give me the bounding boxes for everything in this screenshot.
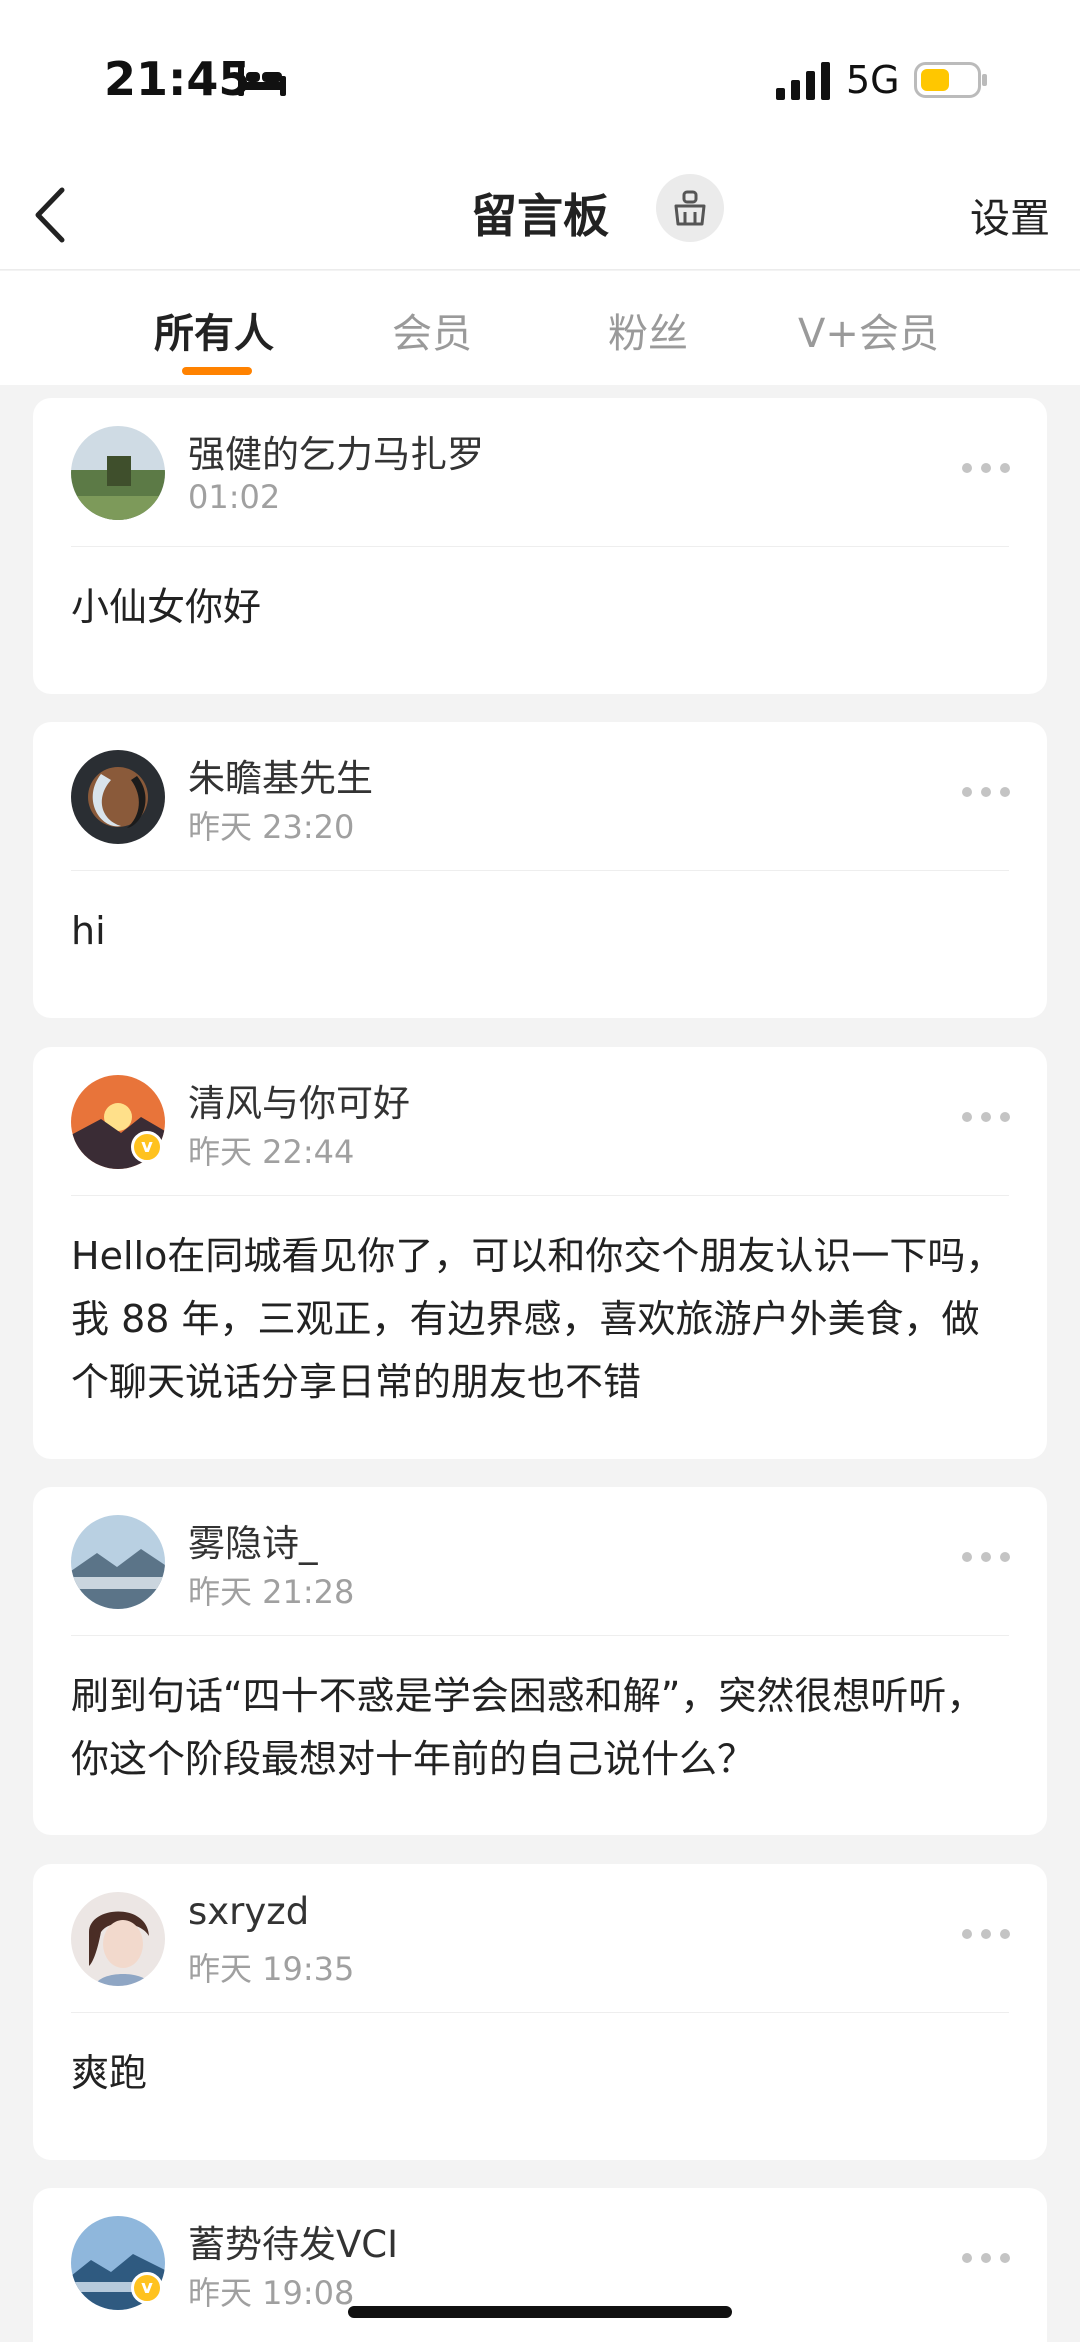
- divider: [71, 546, 1009, 547]
- more-options-icon[interactable]: [961, 462, 1011, 474]
- tab-fans[interactable]: 粉丝: [608, 301, 688, 359]
- signal-strength-icon: [776, 62, 830, 100]
- message-card[interactable]: 雾隐诗_ 昨天 21:28 刷到句话“四十不惑是学会困惑和解”，突然很想听听，你…: [33, 1487, 1047, 1835]
- tab-everyone[interactable]: 所有人: [154, 301, 274, 359]
- more-options-icon[interactable]: [961, 1551, 1011, 1563]
- divider: [71, 2012, 1009, 2013]
- user-name[interactable]: 强健的乞力马扎罗: [188, 424, 484, 478]
- avatar[interactable]: [71, 1892, 165, 1986]
- page-title: 留言板: [471, 189, 609, 243]
- user-name[interactable]: sxryzd: [188, 1890, 309, 1933]
- message-text: 爽跑: [71, 2051, 148, 2095]
- message-time: 昨天 21:28: [188, 1573, 355, 1611]
- message-card[interactable]: 强健的乞力马扎罗 01:02 小仙女你好: [33, 398, 1047, 694]
- divider: [71, 1195, 1009, 1196]
- active-tab-indicator: [182, 367, 252, 375]
- message-card[interactable]: 朱瞻基先生 昨天 23:20 hi: [33, 722, 1047, 1018]
- more-options-icon[interactable]: [961, 2252, 1011, 2264]
- brush-icon: [674, 190, 706, 226]
- message-time: 昨天 23:20: [188, 808, 355, 846]
- more-options-icon[interactable]: [961, 1111, 1011, 1123]
- user-name[interactable]: 清风与你可好: [188, 1073, 410, 1127]
- message-time: 昨天 19:08: [188, 2274, 355, 2312]
- verified-badge-icon: v: [131, 2272, 163, 2304]
- nav-bar: 留言板 设置: [0, 160, 1080, 270]
- tab-members[interactable]: 会员: [392, 301, 472, 359]
- more-options-icon[interactable]: [961, 786, 1011, 798]
- filter-tabs: 所有人 会员 粉丝 V+会员: [0, 271, 1080, 385]
- message-card[interactable]: sxryzd 昨天 19:35 爽跑: [33, 1864, 1047, 2160]
- divider: [71, 1635, 1009, 1636]
- verified-badge-icon: v: [131, 1131, 163, 1163]
- user-name[interactable]: 雾隐诗_: [188, 1513, 318, 1567]
- message-time: 昨天 22:44: [188, 1133, 355, 1171]
- clean-brush-button[interactable]: [656, 174, 724, 242]
- tab-vplus-members[interactable]: V+会员: [798, 301, 939, 359]
- user-name[interactable]: 蓄势待发VCI: [188, 2214, 398, 2268]
- message-text: hi: [71, 909, 106, 953]
- user-name[interactable]: 朱瞻基先生: [188, 748, 373, 802]
- battery-icon: [914, 62, 987, 98]
- more-options-icon[interactable]: [961, 1928, 1011, 1940]
- avatar[interactable]: [71, 1515, 165, 1609]
- avatar[interactable]: [71, 426, 165, 520]
- message-text: 刷到句话“四十不惑是学会困惑和解”，突然很想听听，你这个阶段最想对十年前的自己说…: [71, 1674, 985, 1781]
- avatar[interactable]: [71, 750, 165, 844]
- divider: [71, 870, 1009, 871]
- home-indicator[interactable]: [348, 2306, 732, 2318]
- message-time: 昨天 19:35: [188, 1950, 355, 1988]
- message-card[interactable]: v 清风与你可好 昨天 22:44 Hello在同城看见你了，可以和你交个朋友认…: [33, 1047, 1047, 1459]
- message-text: Hello在同城看见你了，可以和你交个朋友认识一下吗，我 88 年，三观正，有边…: [71, 1234, 1004, 1404]
- status-bar: 21:45 5G: [0, 0, 1080, 160]
- settings-button[interactable]: 设置: [970, 186, 1050, 244]
- message-card[interactable]: v 蓄势待发VCI 昨天 19:08: [33, 2188, 1047, 2342]
- sleep-mode-icon: [238, 66, 286, 96]
- status-time: 21:45: [104, 52, 251, 106]
- network-type: 5G: [846, 58, 900, 102]
- message-text: 小仙女你好: [71, 585, 262, 629]
- message-time: 01:02: [188, 478, 281, 516]
